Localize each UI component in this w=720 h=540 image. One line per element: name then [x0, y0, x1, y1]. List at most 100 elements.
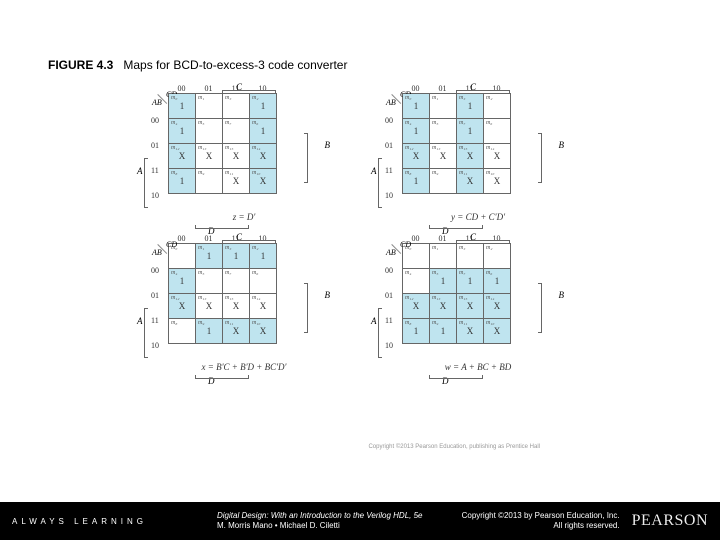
- kmap-cell: m₂1: [250, 94, 277, 119]
- footer-authors: M. Morris Mano • Michael D. Ciletti: [217, 521, 423, 531]
- kmap-cell: m₁₄X: [484, 144, 511, 169]
- kmap-cell: m₉1: [196, 319, 223, 344]
- kmap-equation: w = A + BC + BD: [402, 362, 554, 372]
- kmap-y: CDAB0001111000011110m₀1m₁m₃1m₂m₄1m₅m₇1m₆…: [374, 84, 554, 222]
- kmap-cell: m₉: [196, 169, 223, 194]
- kmap-equation: x = B'C + B'D + BC'D': [168, 362, 320, 372]
- var-label: A: [371, 316, 377, 326]
- kmap-cell: m₇: [223, 269, 250, 294]
- kmap-cell: m₁₃X: [196, 144, 223, 169]
- kmap-equation: y = CD + C'D': [402, 212, 554, 222]
- kmap-cell: m₇1: [457, 119, 484, 144]
- footer-copyright: Copyright ©2013 by Pearson Education, In…: [462, 511, 620, 530]
- row-headers: 00011110: [385, 108, 393, 208]
- kmap-cell: m₁₁X: [223, 319, 250, 344]
- kmap-cell: m₁₅X: [223, 144, 250, 169]
- kmap-cell: m₁₁X: [457, 169, 484, 194]
- kmap-cell: m₀1: [169, 94, 196, 119]
- kmap-grid: m₀1m₁m₃m₂1m₄1m₅m₇m₆1m₁₂Xm₁₃Xm₁₅Xm₁₄Xm₈1m…: [168, 93, 277, 194]
- kmap-cell: m₃: [457, 244, 484, 269]
- footer-copyright-line1: Copyright ©2013 by Pearson Education, In…: [462, 511, 620, 521]
- kmap-cell: m₁₀X: [484, 169, 511, 194]
- kmap-cell: m₁₂X: [169, 294, 196, 319]
- kmap-cell: m₀: [403, 244, 430, 269]
- figure-copyright: Copyright ©2013 Pearson Education, publi…: [368, 444, 540, 450]
- kmap-cell: m₅1: [430, 269, 457, 294]
- kmap-cell: m₁₁X: [223, 169, 250, 194]
- kmap-cell: m₁₂X: [403, 144, 430, 169]
- kmap-cell: m₁₂X: [169, 144, 196, 169]
- var-label: B: [559, 290, 565, 300]
- kmap-cell: m₇1: [457, 269, 484, 294]
- kmap-cell: m₁₂X: [403, 294, 430, 319]
- row-headers: 00011110: [151, 108, 159, 208]
- kmap-cell: m₁1: [196, 244, 223, 269]
- kmap-cell: m₁₃X: [196, 294, 223, 319]
- kmap-cell: m₄: [403, 269, 430, 294]
- footer-book-title: Digital Design: With an Introduction to …: [217, 511, 423, 521]
- kmap-cell: m₃: [223, 94, 250, 119]
- kmap-cell: m₅: [196, 269, 223, 294]
- kmap-cell: m₁₃X: [430, 144, 457, 169]
- kmap-cell: m₁₀X: [484, 319, 511, 344]
- kmap-cell: m₁₅X: [457, 294, 484, 319]
- kmap-cell: m₁: [196, 94, 223, 119]
- kmap-cell: m₁₄X: [484, 294, 511, 319]
- kmap-cell: m₃1: [223, 244, 250, 269]
- footer-copyright-line2: All rights reserved.: [462, 521, 620, 531]
- kmap-cell: m₆: [484, 119, 511, 144]
- kmap-x: CDAB0001111000011110m₀m₁1m₃1m₂1m₄1m₅m₇m₆…: [140, 234, 320, 372]
- kmap-cell: m₂: [484, 94, 511, 119]
- var-label: B: [325, 140, 331, 150]
- var-label: A: [137, 166, 143, 176]
- var-label: B: [325, 290, 331, 300]
- kmap-cell: m₅: [196, 119, 223, 144]
- kmap-cell: m₀1: [403, 94, 430, 119]
- kmap-w: CDAB0001111000011110m₀m₁m₃m₂m₄m₅1m₇1m₆1m…: [374, 234, 554, 372]
- kmap-cell: m₁₅X: [457, 144, 484, 169]
- kmaps-container: CDAB0001111000011110m₀1m₁m₃m₂1m₄1m₅m₇m₆1…: [140, 84, 580, 384]
- row-headers: 00011110: [385, 258, 393, 358]
- kmap-cell: m₆1: [250, 119, 277, 144]
- kmap-cell: m₁₃X: [430, 294, 457, 319]
- kmap-cell: m₄1: [169, 269, 196, 294]
- kmap-z: CDAB0001111000011110m₀1m₁m₃m₂1m₄1m₅m₇m₆1…: [140, 84, 320, 222]
- kmap-cell: m₈1: [403, 319, 430, 344]
- kmap-cell: m₄1: [403, 119, 430, 144]
- kmap-cell: m₂: [484, 244, 511, 269]
- always-learning-text: ALWAYS LEARNING: [12, 517, 147, 526]
- kmap-equation: z = D': [168, 212, 320, 222]
- kmap-cell: m₁₅X: [223, 294, 250, 319]
- kmap-cell: m₂1: [250, 244, 277, 269]
- kmap-cell: m₉1: [430, 319, 457, 344]
- kmap-cell: m₁₀X: [250, 319, 277, 344]
- kmap-cell: m₈1: [403, 169, 430, 194]
- kmap-cell: m₁₀X: [250, 169, 277, 194]
- kmap-grid: m₀m₁1m₃1m₂1m₄1m₅m₇m₆m₁₂Xm₁₃Xm₁₅Xm₁₄Xm₈m₉…: [168, 243, 277, 344]
- var-label: A: [137, 316, 143, 326]
- figure-caption: FIGURE 4.3 Maps for BCD-to-excess-3 code…: [48, 58, 347, 72]
- kmap-cell: m₀: [169, 244, 196, 269]
- kmap-cell: m₈1: [169, 169, 196, 194]
- kmap-cell: m₅: [430, 119, 457, 144]
- kmap-cell: m₁₁X: [457, 319, 484, 344]
- footer-book-info: Digital Design: With an Introduction to …: [217, 511, 423, 530]
- kmap-cell: m₁₄X: [250, 294, 277, 319]
- kmap-cell: m₁: [430, 94, 457, 119]
- figure-label: FIGURE 4.3: [48, 58, 113, 72]
- var-label: A: [371, 166, 377, 176]
- kmap-cell: m₄1: [169, 119, 196, 144]
- kmap-cell: m₆1: [484, 269, 511, 294]
- kmap-cell: m₃1: [457, 94, 484, 119]
- figure-title: Maps for BCD-to-excess-3 code converter: [123, 58, 347, 72]
- kmap-cell: m₉: [430, 169, 457, 194]
- kmap-cell: m₁: [430, 244, 457, 269]
- pearson-logo: PEARSON: [632, 512, 708, 530]
- kmap-grid: m₀1m₁m₃1m₂m₄1m₅m₇1m₆m₁₂Xm₁₃Xm₁₅Xm₁₄Xm₈1m…: [402, 93, 511, 194]
- var-label: B: [559, 140, 565, 150]
- kmap-cell: m₆: [250, 269, 277, 294]
- kmap-cell: m₁₄X: [250, 144, 277, 169]
- slide-footer: ALWAYS LEARNING Digital Design: With an …: [0, 502, 720, 540]
- row-headers: 00011110: [151, 258, 159, 358]
- kmap-cell: m₇: [223, 119, 250, 144]
